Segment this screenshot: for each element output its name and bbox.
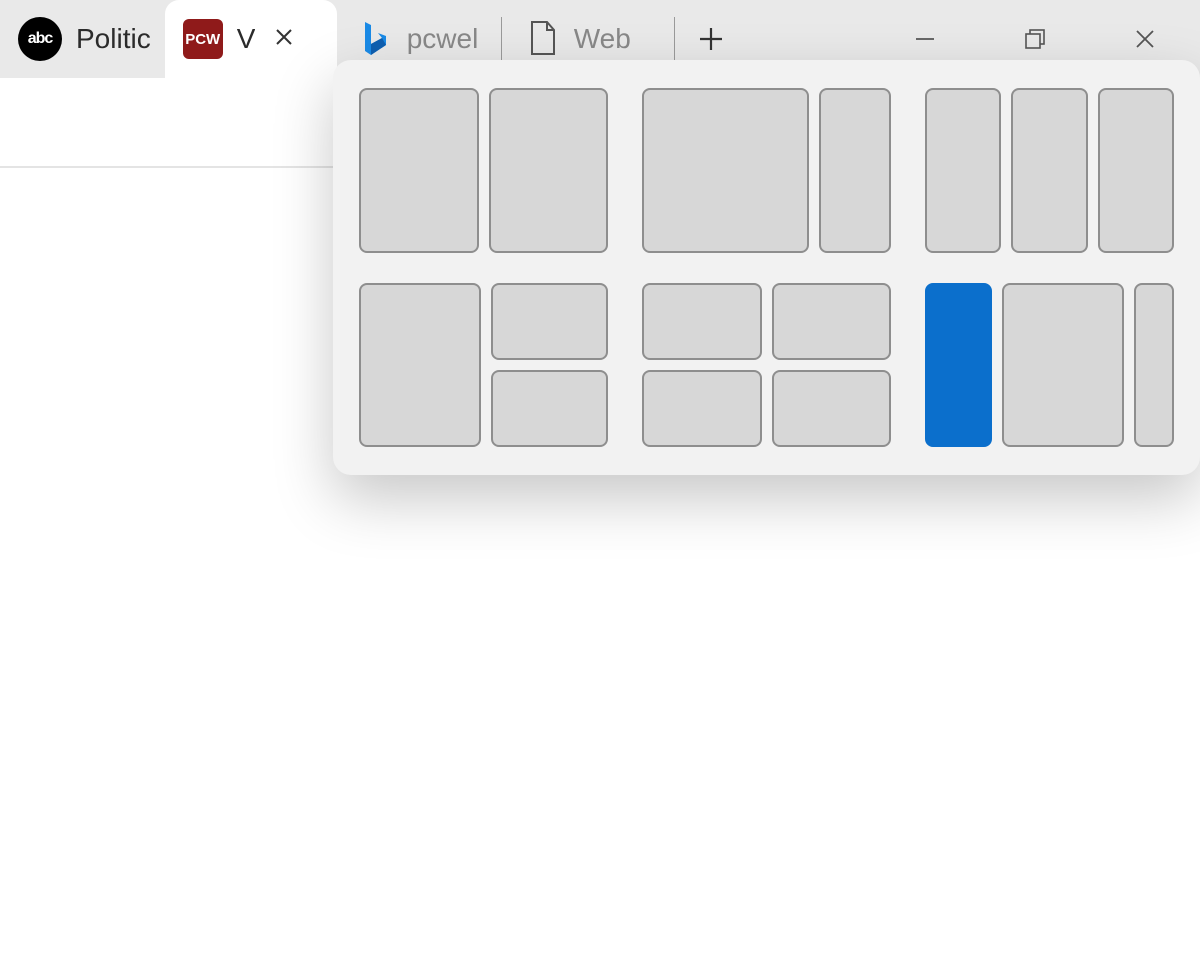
- snap-zone-selected[interactable]: [925, 283, 992, 448]
- pcw-favicon-icon: PCW: [183, 19, 223, 59]
- abc-favicon-icon: abc: [18, 17, 62, 61]
- snap-zone[interactable]: [772, 370, 892, 447]
- snap-zone[interactable]: [1098, 88, 1174, 253]
- snap-layout-two-by-two[interactable]: [642, 283, 891, 448]
- snap-zone[interactable]: [491, 283, 609, 360]
- snap-layout-narrow-wide-narrow[interactable]: [925, 283, 1174, 448]
- tab-label: V: [237, 23, 256, 55]
- tab-pcw-active[interactable]: PCW V: [165, 0, 337, 78]
- bing-favicon-icon: [355, 20, 393, 58]
- snap-zone[interactable]: [359, 283, 481, 448]
- close-tab-icon[interactable]: [269, 24, 299, 55]
- snap-layout-left-plus-stack[interactable]: [359, 283, 608, 448]
- tab-divider: [674, 17, 675, 61]
- toolbar-area: [0, 78, 333, 168]
- snap-layout-three-columns[interactable]: [925, 88, 1174, 253]
- snap-zone[interactable]: [1134, 283, 1174, 448]
- snap-zone[interactable]: [819, 88, 891, 253]
- snap-zone[interactable]: [925, 88, 1001, 253]
- snap-layout-wide-narrow[interactable]: [642, 88, 891, 253]
- snap-zone[interactable]: [642, 370, 762, 447]
- snap-zone[interactable]: [489, 88, 609, 253]
- snap-layout-two-halves[interactable]: [359, 88, 608, 253]
- snap-zone[interactable]: [359, 88, 479, 253]
- snap-zone[interactable]: [642, 283, 762, 360]
- page-favicon-icon: [526, 19, 560, 59]
- tab-politics[interactable]: abc Politic: [0, 0, 165, 78]
- snap-layouts-flyout: [333, 60, 1200, 475]
- tab-label: Politic: [76, 23, 151, 55]
- snap-zone[interactable]: [1002, 283, 1124, 448]
- snap-zone[interactable]: [491, 370, 609, 447]
- tab-label: pcwel: [407, 23, 479, 55]
- snap-zone[interactable]: [772, 283, 892, 360]
- tab-label: Web: [574, 23, 631, 55]
- snap-zone[interactable]: [1011, 88, 1087, 253]
- tab-divider: [501, 17, 502, 61]
- snap-zone[interactable]: [642, 88, 809, 253]
